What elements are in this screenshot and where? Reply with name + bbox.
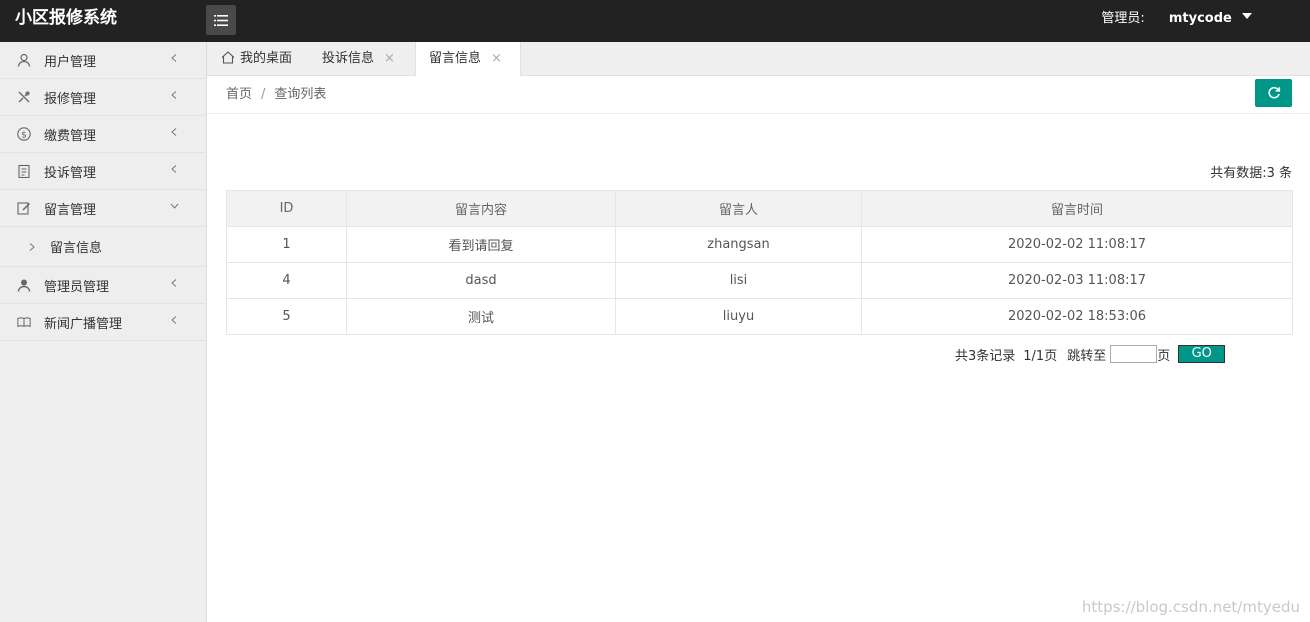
top-header: 小区报修系统 管理员: mtycode bbox=[0, 0, 1310, 42]
table-header-row: ID 留言内容 留言人 留言时间 bbox=[226, 190, 1293, 227]
cell-content: dasd bbox=[346, 262, 616, 299]
cell-author: liuyu bbox=[615, 298, 862, 335]
message-table: ID 留言内容 留言人 留言时间 1 看到请回复 zhangsan 2020-0… bbox=[226, 190, 1293, 335]
close-icon[interactable]: × bbox=[384, 51, 395, 66]
edit-icon bbox=[17, 201, 31, 215]
home-icon bbox=[221, 51, 235, 64]
page-count: 1/1页 bbox=[1023, 348, 1058, 364]
breadcrumb: 首页 / 查询列表 bbox=[226, 76, 326, 113]
page-jump-input[interactable] bbox=[1110, 345, 1158, 363]
user-icon bbox=[17, 53, 31, 67]
sidebar: 用户管理 报修管理 $ 缴费管理 投诉管理 留言管理 留言信息 管理员管理 新闻… bbox=[0, 42, 207, 622]
menu-toggle-button[interactable] bbox=[206, 5, 236, 35]
close-icon[interactable]: × bbox=[491, 51, 502, 66]
breadcrumb-current: 查询列表 bbox=[274, 87, 327, 102]
breadcrumb-separator: / bbox=[261, 87, 266, 102]
cell-content: 看到请回复 bbox=[346, 226, 616, 263]
chevron-right-icon bbox=[29, 242, 35, 251]
tab-bar: 我的桌面 投诉信息 × 留言信息 × bbox=[207, 42, 1310, 77]
dollar-icon: $ bbox=[17, 127, 31, 141]
sidebar-item-payment-management[interactable]: $ 缴费管理 bbox=[0, 116, 206, 153]
sidebar-item-message-management[interactable]: 留言管理 bbox=[0, 190, 206, 227]
chevron-left-icon bbox=[171, 91, 177, 99]
admin-label: 管理员: bbox=[1101, 11, 1145, 26]
cell-id: 4 bbox=[226, 262, 347, 299]
record-count: 共3条记录 bbox=[955, 348, 1016, 364]
page-unit-label: 页 bbox=[1157, 348, 1171, 364]
sidebar-item-label: 投诉管理 bbox=[44, 165, 97, 181]
app-title: 小区报修系统 bbox=[15, 8, 117, 28]
column-header-content: 留言内容 bbox=[346, 190, 616, 227]
user-menu[interactable]: 管理员: mtycode bbox=[1101, 0, 1252, 38]
breadcrumb-home[interactable]: 首页 bbox=[226, 87, 252, 102]
sidebar-item-label: 用户管理 bbox=[44, 54, 97, 70]
sidebar-item-label: 缴费管理 bbox=[44, 128, 97, 144]
total-count: 共有数据:3 条 bbox=[1210, 166, 1292, 181]
sidebar-item-label: 新闻广播管理 bbox=[44, 316, 123, 332]
sidebar-item-news-management[interactable]: 新闻广播管理 bbox=[0, 304, 206, 341]
sidebar-item-label: 留言管理 bbox=[44, 202, 97, 218]
sidebar-item-repair-management[interactable]: 报修管理 bbox=[0, 79, 206, 116]
sidebar-item-label: 报修管理 bbox=[44, 91, 97, 107]
watermark: https://blog.csdn.net/mtyedu bbox=[1081, 598, 1300, 616]
tools-icon bbox=[17, 90, 31, 104]
cell-time: 2020-02-02 11:08:17 bbox=[861, 226, 1293, 263]
admin-icon bbox=[17, 278, 31, 292]
tab-label: 留言信息 bbox=[429, 51, 482, 66]
cell-time: 2020-02-03 11:08:17 bbox=[861, 262, 1293, 299]
chevron-left-icon bbox=[171, 316, 177, 324]
breadcrumb-bar: 首页 / 查询列表 bbox=[207, 76, 1310, 114]
chevron-left-icon bbox=[171, 54, 177, 62]
jump-label: 跳转至 bbox=[1067, 348, 1107, 364]
table-row: 1 看到请回复 zhangsan 2020-02-02 11:08:17 bbox=[226, 226, 1293, 263]
cell-author: zhangsan bbox=[615, 226, 862, 263]
pagination: 共3条记录 1/1页 跳转至 页 GO bbox=[955, 345, 1226, 364]
caret-down-icon[interactable] bbox=[1242, 13, 1252, 19]
tab-label: 投诉信息 bbox=[322, 51, 375, 66]
hamburger-icon bbox=[214, 14, 228, 26]
refresh-button[interactable] bbox=[1255, 79, 1292, 107]
cell-content: 测试 bbox=[346, 298, 616, 335]
cell-id: 5 bbox=[226, 298, 347, 335]
chevron-left-icon bbox=[171, 128, 177, 136]
clipboard-icon bbox=[17, 164, 31, 178]
cell-author: lisi bbox=[615, 262, 862, 299]
sidebar-item-complaint-management[interactable]: 投诉管理 bbox=[0, 153, 206, 190]
chevron-left-icon bbox=[171, 279, 177, 287]
sidebar-subitem-message-info[interactable]: 留言信息 bbox=[0, 227, 206, 267]
table-row: 5 测试 liuyu 2020-02-02 18:53:06 bbox=[226, 298, 1293, 335]
chevron-left-icon bbox=[171, 165, 177, 173]
book-icon bbox=[17, 315, 31, 329]
svg-text:$: $ bbox=[21, 130, 27, 140]
column-header-author: 留言人 bbox=[615, 190, 862, 227]
chevron-down-icon bbox=[170, 203, 179, 209]
tab-message-info[interactable]: 留言信息 × bbox=[415, 42, 521, 77]
go-button[interactable]: GO bbox=[1178, 345, 1226, 363]
tab-label: 我的桌面 bbox=[240, 51, 293, 66]
sidebar-subitem-label: 留言信息 bbox=[50, 241, 103, 256]
cell-time: 2020-02-02 18:53:06 bbox=[861, 298, 1293, 335]
cell-id: 1 bbox=[226, 226, 347, 263]
refresh-icon bbox=[1267, 86, 1280, 99]
tab-my-desktop[interactable]: 我的桌面 bbox=[221, 42, 292, 76]
column-header-id: ID bbox=[226, 190, 347, 227]
table-row: 4 dasd lisi 2020-02-03 11:08:17 bbox=[226, 262, 1293, 299]
sidebar-item-admin-management[interactable]: 管理员管理 bbox=[0, 267, 206, 304]
username[interactable]: mtycode bbox=[1169, 11, 1232, 26]
tab-complaint-info[interactable]: 投诉信息 × bbox=[322, 42, 395, 76]
column-header-time: 留言时间 bbox=[861, 190, 1293, 227]
sidebar-item-user-management[interactable]: 用户管理 bbox=[0, 42, 206, 79]
sidebar-item-label: 管理员管理 bbox=[44, 279, 110, 295]
